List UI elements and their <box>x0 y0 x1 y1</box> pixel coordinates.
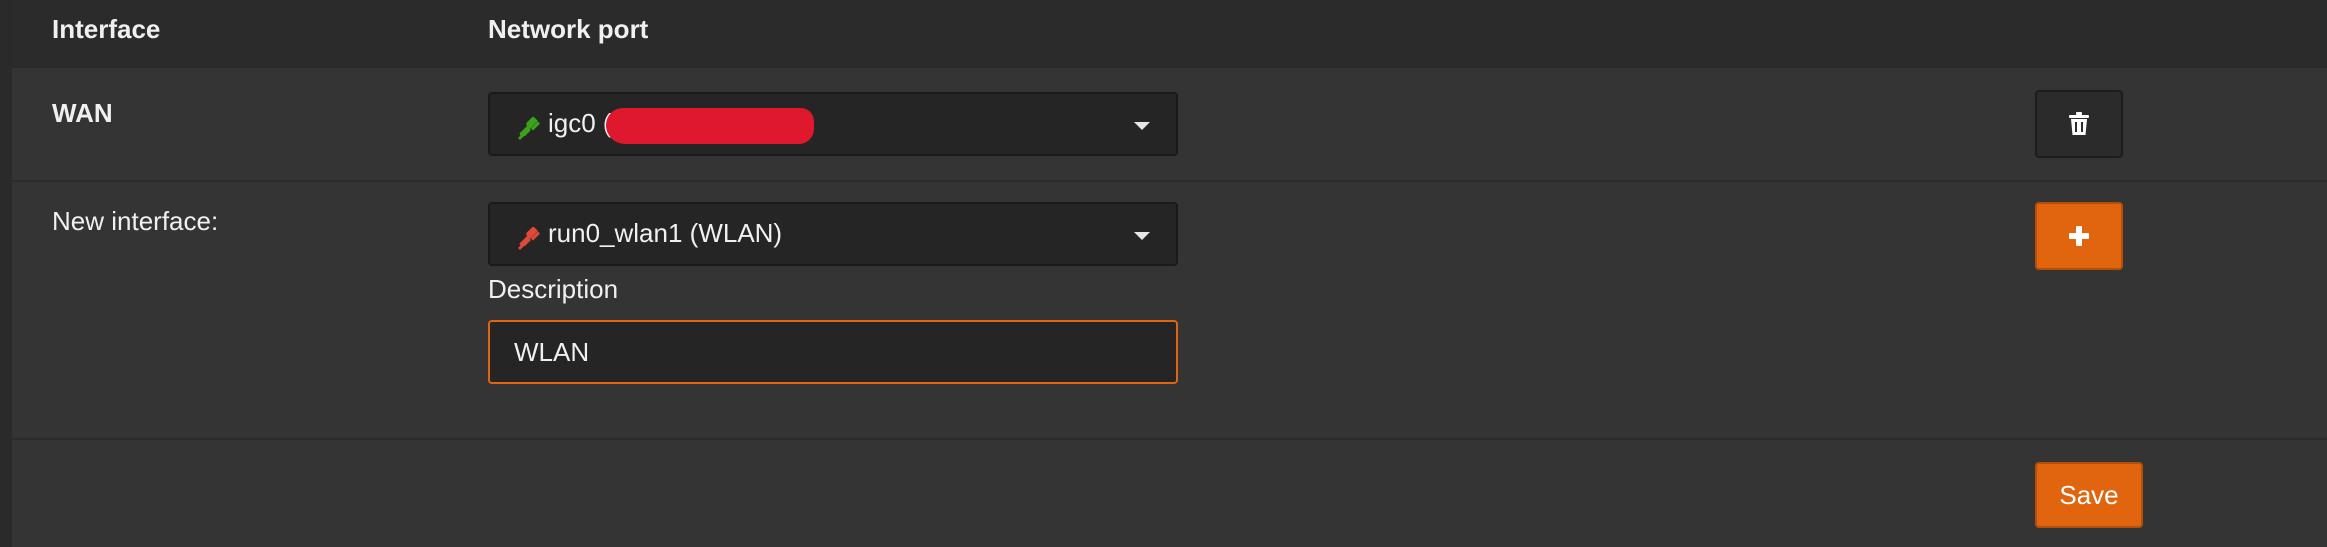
description-label: Description <box>488 274 619 304</box>
new-interface-port-select[interactable]: run0_wlan1 (WLAN) <box>488 202 1178 266</box>
chevron-down-icon <box>1134 232 1150 240</box>
wan-port-select[interactable]: igc0 ( <box>488 92 1178 156</box>
column-header-interface: Interface <box>52 14 161 44</box>
interface-assignments-page: Interface Network port WAN igc0 (New in… <box>0 0 2327 547</box>
table-header: Interface Network port <box>12 0 2327 68</box>
table-row-wan: WAN igc0 ( <box>12 68 2327 182</box>
description-input[interactable] <box>488 320 1178 384</box>
table-footer: Save <box>12 440 2327 547</box>
save-button[interactable]: Save <box>2035 462 2143 528</box>
chevron-down-icon <box>1134 122 1150 130</box>
new-interface-port-value: run0_wlan1 (WLAN) <box>548 218 783 248</box>
delete-interface-button[interactable] <box>2035 90 2123 158</box>
plug-disconnected-icon <box>518 226 540 250</box>
redaction-mark <box>606 108 814 144</box>
interface-name-wan: WAN <box>52 98 113 128</box>
plug-connected-icon <box>518 116 540 140</box>
add-interface-button[interactable] <box>2035 202 2123 270</box>
interface-name-new: New interface: <box>52 206 219 236</box>
wan-port-value: igc0 ( <box>548 108 612 138</box>
table-row-new-interface: New interface: run0_wlan1 (WLAN) Descrip… <box>12 182 2327 440</box>
trash-icon <box>2069 112 2089 135</box>
column-header-network-port: Network port <box>488 14 649 44</box>
left-edge-strip <box>0 0 12 547</box>
plus-icon <box>2069 226 2089 246</box>
